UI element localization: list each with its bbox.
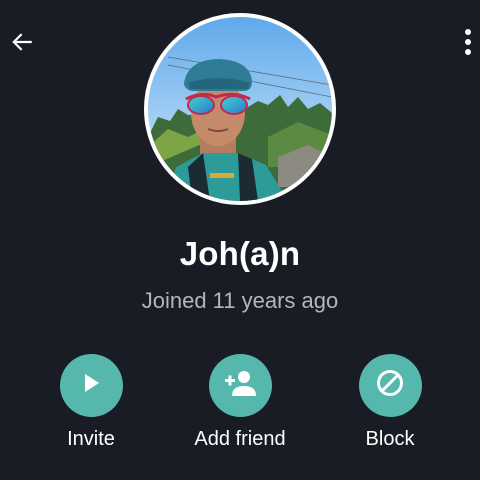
block-icon (375, 368, 405, 403)
more-vertical-icon (464, 28, 472, 61)
invite-circle[interactable] (59, 354, 123, 417)
invite-button[interactable]: Invite (21, 354, 161, 451)
block-circle[interactable] (358, 354, 422, 417)
joined-date: Joined 11 years ago (141, 288, 339, 313)
play-icon (80, 372, 102, 399)
avatar[interactable] (144, 13, 336, 205)
invite-label: Invite (67, 428, 115, 450)
back-button[interactable] (4, 26, 40, 62)
more-options-button[interactable] (456, 26, 480, 62)
block-button[interactable]: Block (320, 354, 460, 451)
add-friend-circle[interactable] (208, 354, 272, 417)
block-label: Block (365, 428, 415, 450)
add-friend-button[interactable]: Add friend (170, 354, 310, 451)
person-add-icon (223, 368, 257, 403)
arrow-left-icon (9, 29, 35, 60)
profile-name: Joh(a)n (179, 235, 301, 272)
profile-screen: Joh(a)n Joined 11 years ago Invite Add f (0, 0, 480, 480)
add-friend-label: Add friend (194, 428, 286, 450)
